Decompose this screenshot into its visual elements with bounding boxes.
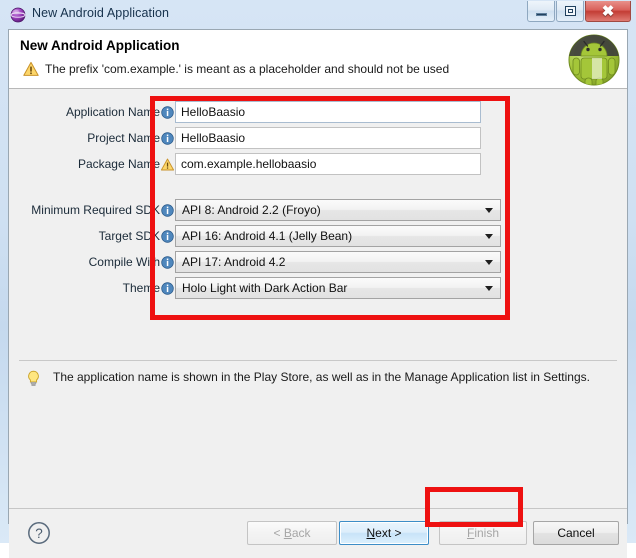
field-label-wrap: Minimum Required SDK: [9, 199, 160, 223]
project-name-input[interactable]: [175, 127, 481, 149]
field-row-theme: Theme Holo Light with Dark Action Bar: [9, 277, 627, 301]
field-label-wrap: Application Name: [9, 101, 160, 125]
field-label: Package Name: [77, 157, 160, 171]
globe-icon: [10, 7, 26, 23]
info-icon[interactable]: [161, 282, 174, 295]
header-message: The prefix 'com.example.' is meant as a …: [45, 62, 450, 76]
divider: [19, 360, 617, 361]
footer-button-bar: ? < Back Next > Finish Cancel: [9, 509, 627, 558]
page-title: New Android Application: [20, 38, 180, 53]
lightbulb-icon: [26, 370, 41, 387]
chevron-down-icon: [485, 286, 493, 291]
dialog-client-area: New Android Application The prefix 'com.…: [8, 29, 628, 558]
field-label-wrap: Target SDK: [9, 225, 160, 249]
wizard-header: New Android Application The prefix 'com.…: [9, 30, 627, 89]
field-label: Target SDK: [98, 229, 160, 243]
minimize-button[interactable]: [527, 1, 555, 22]
field-row-minimum-required-sdk: Minimum Required SDK API 8: Android 2.2 …: [9, 199, 627, 223]
maximize-icon: [564, 6, 576, 16]
window-title: New Android Application: [32, 6, 170, 20]
field-label: Project Name: [87, 131, 160, 145]
combo-value: API 16: Android 4.1 (Jelly Bean): [182, 229, 353, 243]
chevron-down-icon: [485, 208, 493, 213]
hint-text: The application name is shown in the Pla…: [53, 370, 590, 384]
cancel-button[interactable]: Cancel: [533, 521, 619, 545]
chevron-down-icon: [485, 234, 493, 239]
window-controls: ✖: [527, 1, 631, 22]
maximize-button[interactable]: [556, 1, 584, 22]
combo-value: Holo Light with Dark Action Bar: [182, 281, 348, 295]
back-button[interactable]: < Back: [247, 521, 337, 545]
back-button-label: < Back: [273, 526, 311, 540]
field-label: Theme: [122, 281, 160, 295]
theme-select[interactable]: Holo Light with Dark Action Bar: [175, 277, 501, 299]
combo-value: API 8: Android 2.2 (Froyo): [182, 203, 321, 217]
field-row-target-sdk: Target SDK API 16: Android 4.1 (Jelly Be…: [9, 225, 627, 249]
warning-icon[interactable]: [160, 158, 175, 171]
android-robot-logo: [568, 34, 620, 86]
field-label: Minimum Required SDK: [31, 203, 160, 217]
field-label-wrap: Package Name: [9, 153, 160, 177]
close-button[interactable]: ✖: [585, 1, 631, 22]
chevron-down-icon: [485, 260, 493, 265]
info-icon[interactable]: [161, 230, 174, 243]
title-bar[interactable]: New Android Application ✖: [0, 0, 636, 29]
cancel-button-label: Cancel: [557, 526, 595, 540]
next-button-label: Next >: [366, 526, 402, 540]
minimize-icon: [535, 12, 547, 16]
target-sdk-select[interactable]: API 16: Android 4.1 (Jelly Bean): [175, 225, 501, 247]
field-row-application-name: Application Name: [9, 101, 627, 125]
field-label: Application Name: [65, 105, 160, 119]
info-icon[interactable]: [161, 256, 174, 269]
finish-button[interactable]: Finish: [439, 521, 527, 545]
finish-button-label: Finish: [466, 526, 500, 540]
hint-bar: The application name is shown in the Pla…: [9, 367, 627, 391]
field-label: Compile With: [88, 255, 160, 269]
next-button[interactable]: Next >: [339, 521, 429, 545]
warning-icon: [23, 61, 39, 77]
minimum-required-sdk-select[interactable]: API 8: Android 2.2 (Froyo): [175, 199, 501, 221]
package-name-input[interactable]: [175, 153, 481, 175]
field-label-wrap: Theme: [9, 277, 160, 301]
close-icon: ✖: [601, 2, 615, 20]
info-icon[interactable]: [161, 106, 174, 119]
field-row-compile-with: Compile With API 17: Android 4.2: [9, 251, 627, 275]
form-area: Application Name Project Name: [9, 89, 627, 355]
combo-value: API 17: Android 4.2: [182, 255, 286, 269]
svg-text:?: ?: [35, 526, 43, 541]
info-icon[interactable]: [161, 204, 174, 217]
dialog-window: New Android Application ✖ New Android Ap…: [0, 0, 636, 558]
field-label-wrap: Compile With: [9, 251, 160, 275]
info-icon[interactable]: [161, 132, 174, 145]
compile-with-select[interactable]: API 17: Android 4.2: [175, 251, 501, 273]
field-label-wrap: Project Name: [9, 127, 160, 151]
application-name-input[interactable]: [175, 101, 481, 123]
field-row-package-name: Package Name: [9, 153, 627, 177]
question-mark-icon[interactable]: ?: [27, 521, 51, 545]
field-row-project-name: Project Name: [9, 127, 627, 151]
